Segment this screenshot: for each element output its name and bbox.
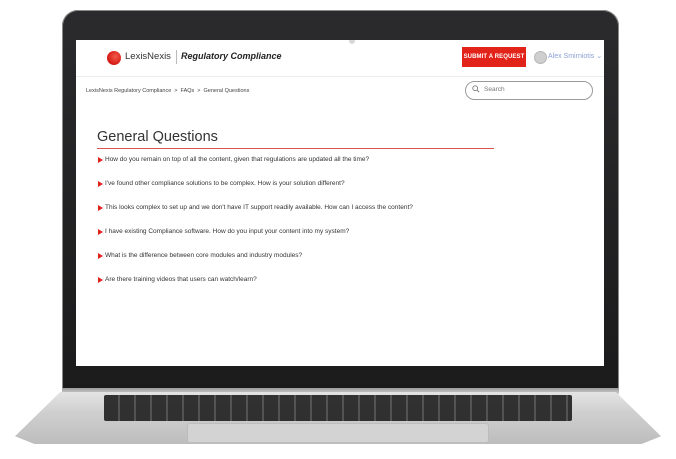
screen: LexisNexis Regulatory Compliance SUBMIT … bbox=[76, 40, 604, 366]
site-header: LexisNexis Regulatory Compliance SUBMIT … bbox=[76, 40, 604, 77]
trackpad bbox=[187, 423, 489, 443]
faq-question[interactable]: How do you remain on top of all the cont… bbox=[105, 156, 369, 163]
brand-divider bbox=[176, 50, 177, 64]
page-title: General Questions bbox=[97, 129, 218, 145]
breadcrumb-separator: > bbox=[174, 88, 178, 94]
faq-question[interactable]: I have existing Compliance software. How… bbox=[105, 228, 349, 235]
avatar[interactable] bbox=[534, 51, 547, 64]
submit-request-button[interactable]: SUBMIT A REQUEST bbox=[462, 47, 526, 67]
breadcrumb: LexisNexis Regulatory Compliance > FAQs > Ge… bbox=[86, 88, 252, 94]
keyboard bbox=[104, 395, 572, 421]
breadcrumb-home[interactable]: LexisNexis Regulatory Compliance bbox=[86, 88, 171, 94]
faq-question[interactable]: Are there training videos that users can… bbox=[105, 276, 257, 283]
caret-right-icon bbox=[98, 157, 103, 163]
caret-right-icon bbox=[98, 181, 103, 187]
faq-question[interactable]: What is the difference between core modu… bbox=[105, 252, 302, 259]
user-menu[interactable]: Alex Smirniotis ⌄ bbox=[548, 52, 602, 60]
product-name: Regulatory Compliance bbox=[181, 51, 282, 61]
caret-right-icon bbox=[98, 229, 103, 235]
search-input[interactable]: Search bbox=[465, 81, 593, 100]
breadcrumb-separator: > bbox=[197, 88, 201, 94]
lexisnexis-logo-icon[interactable] bbox=[107, 51, 121, 65]
caret-right-icon bbox=[98, 205, 103, 211]
breadcrumb-current: General Questions bbox=[203, 88, 250, 94]
faq-question[interactable]: I've found other compliance solutions to… bbox=[105, 180, 345, 187]
breadcrumb-faqs[interactable]: FAQs bbox=[181, 88, 195, 94]
caret-right-icon bbox=[98, 277, 103, 283]
search-icon bbox=[472, 85, 480, 93]
title-divider bbox=[97, 148, 494, 149]
faq-question[interactable]: This looks complex to set up and we don'… bbox=[105, 204, 413, 211]
caret-right-icon bbox=[98, 253, 103, 259]
brand-name[interactable]: LexisNexis bbox=[125, 51, 171, 62]
search-placeholder: Search bbox=[484, 86, 505, 93]
